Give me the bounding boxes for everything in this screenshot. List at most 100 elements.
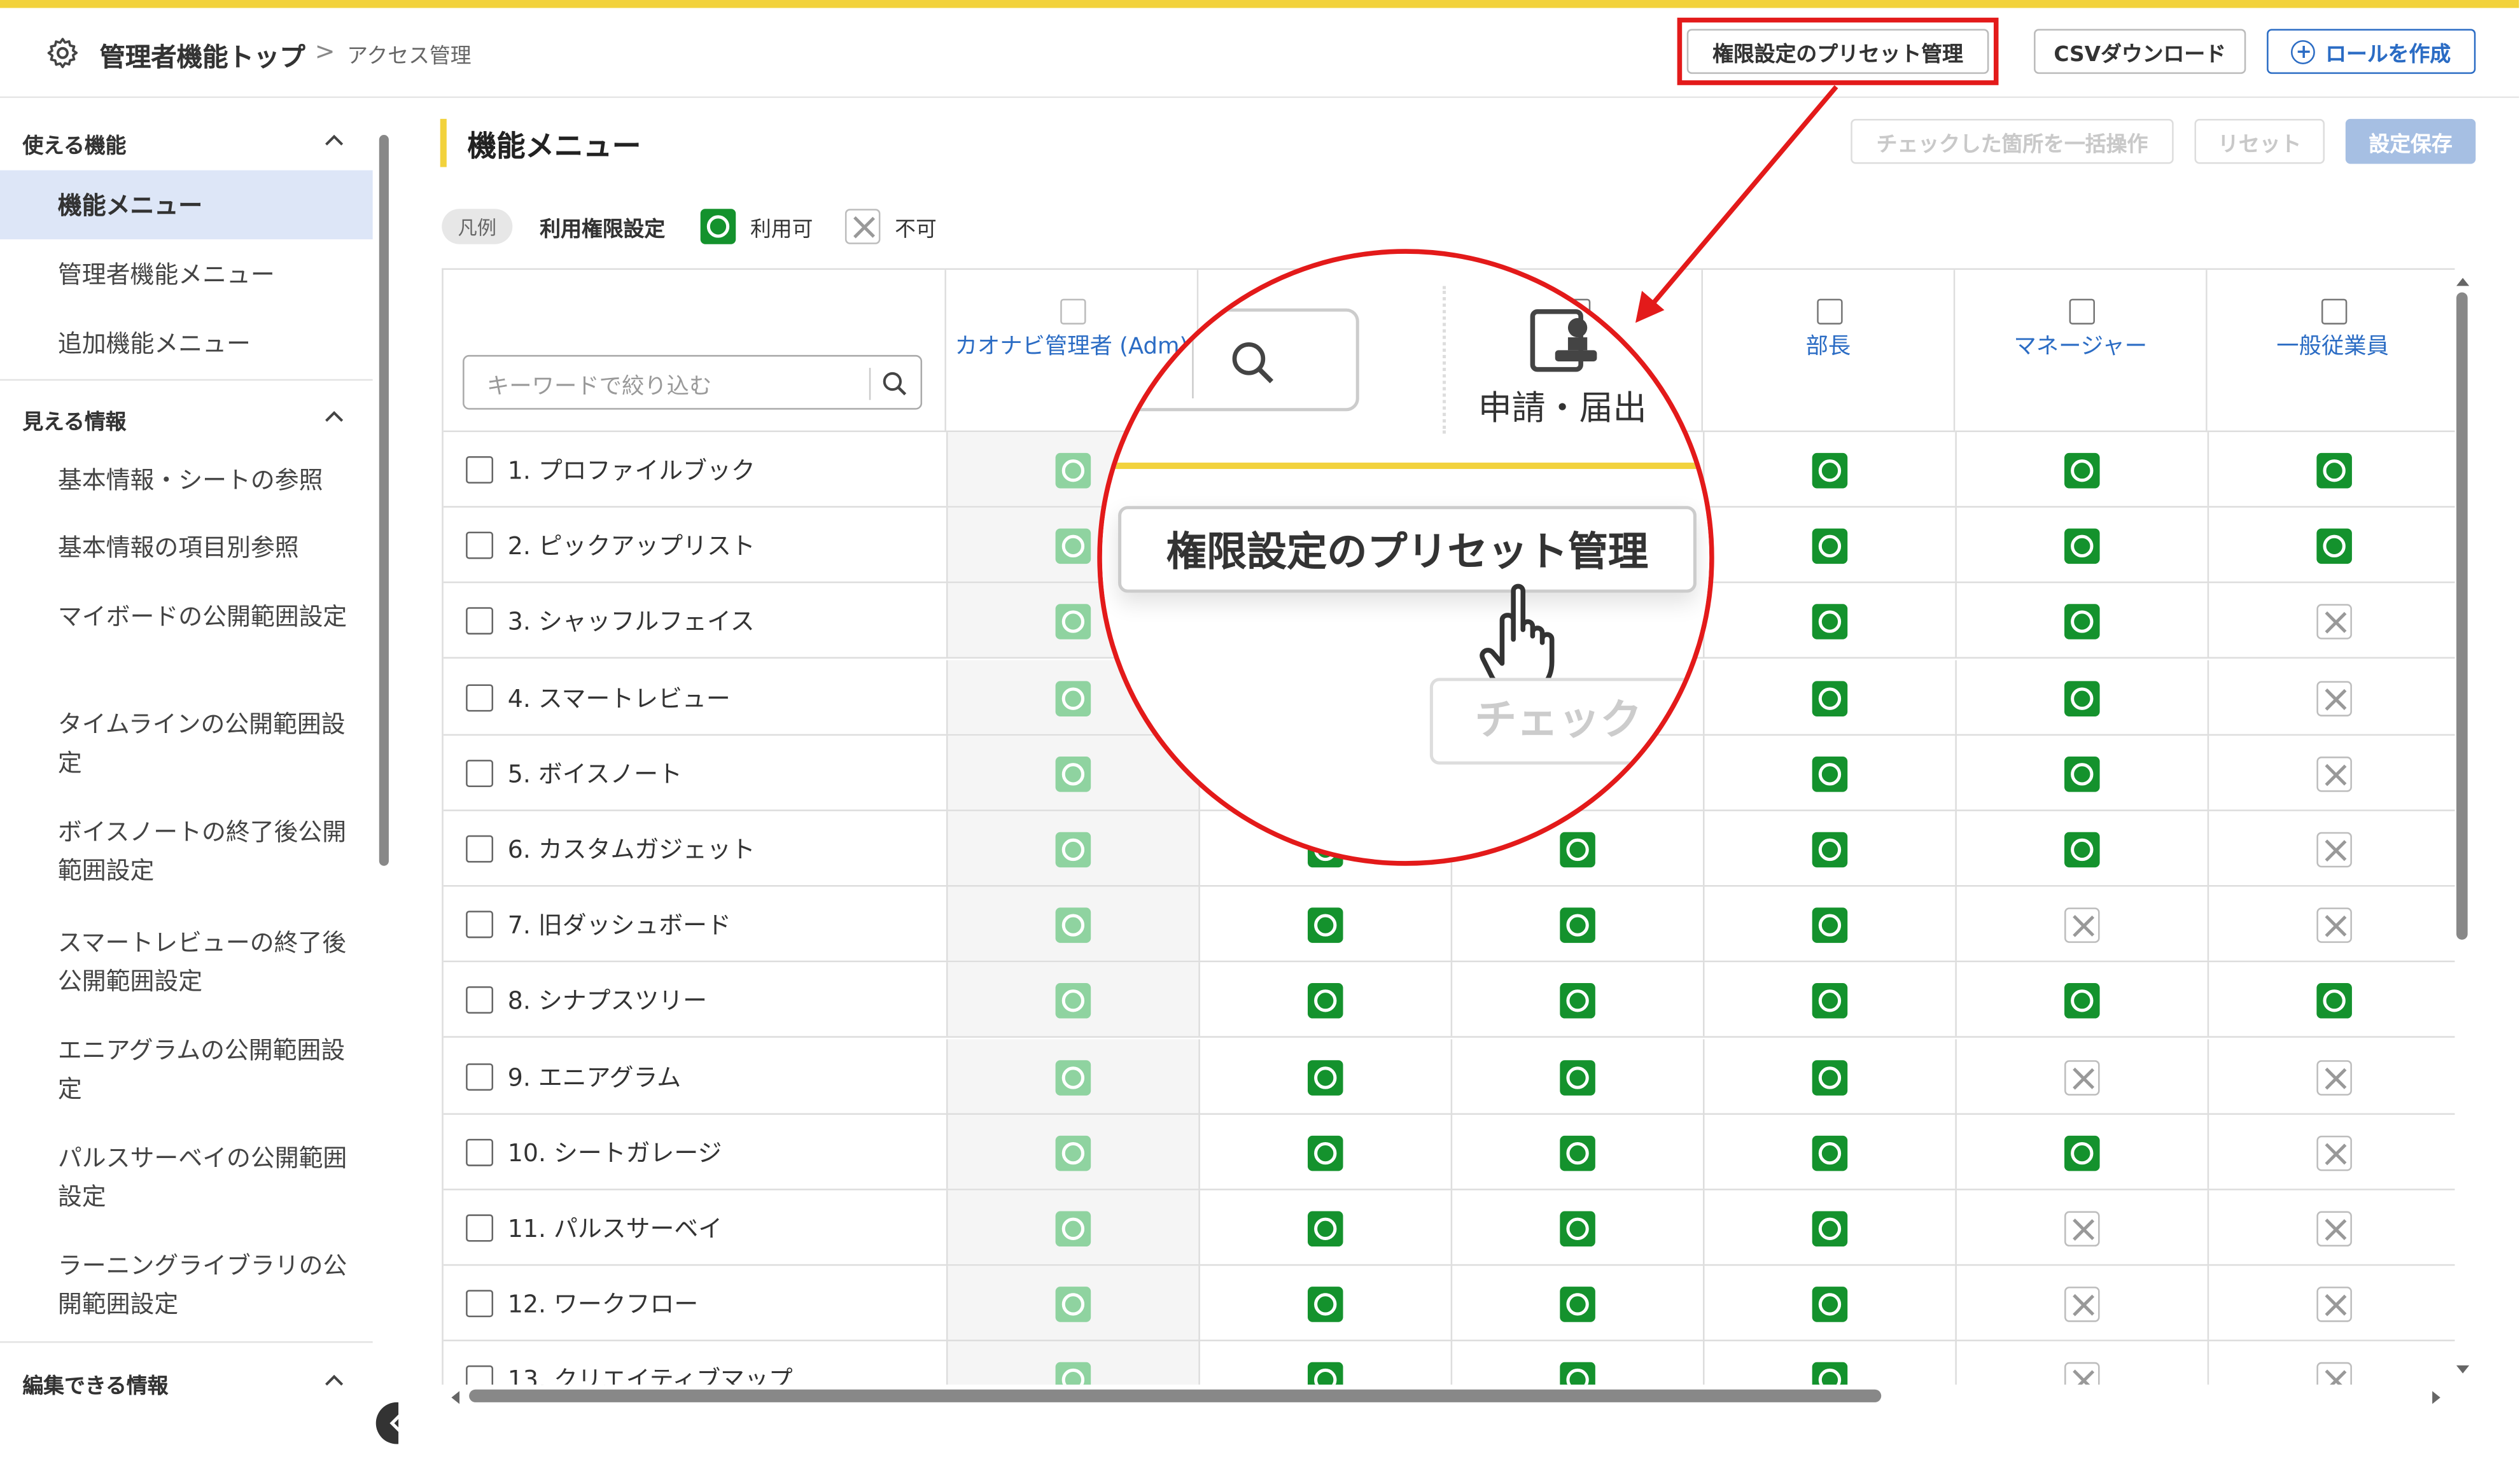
row-checkbox[interactable] [466,1214,494,1242]
permission-ng-icon[interactable] [2316,832,2351,868]
reset-button[interactable]: リセット [2194,118,2325,164]
column-title[interactable]: 一般従業員 [2208,331,2455,365]
permission-ok-icon[interactable] [2063,604,2099,640]
row-checkbox[interactable] [466,759,494,787]
permission-ng-icon[interactable] [2316,907,2351,944]
sidebar-item-enneagram[interactable]: エニアグラムの公開範囲設定 [0,1012,373,1119]
permission-ok-icon[interactable] [1811,680,1847,716]
permission-ng-icon[interactable] [2063,907,2099,944]
table-vscroll-thumb[interactable] [2456,292,2468,940]
column-title[interactable]: マネージャー [1955,331,2206,365]
permission-ng-icon[interactable] [2316,1059,2351,1095]
row-checkbox[interactable] [466,987,494,1014]
permission-ok-icon[interactable] [1306,1059,1343,1095]
row-checkbox[interactable] [466,835,494,863]
save-settings-button[interactable]: 設定保存 [2345,118,2476,164]
sidebar-item-myboard[interactable]: マイボードの公開範囲設定 [0,582,373,689]
scroll-up-icon[interactable] [2453,273,2472,289]
permission-ok-icon[interactable] [1811,529,1847,564]
sidebar-item-basic-sheet[interactable]: 基本情報・シートの参照 [0,447,373,514]
breadcrumb-top[interactable]: 管理者機能トップ [100,36,305,74]
permission-ok-icon[interactable] [2063,680,2099,716]
sidebar-item-addon-menu[interactable]: 追加機能メニュー [0,309,373,378]
permission-ok-icon[interactable] [1811,1287,1847,1323]
permission-ok-icon[interactable] [2063,1135,2099,1171]
permission-ok-icon[interactable] [1811,984,1847,1019]
create-role-button[interactable]: + ロールを作成 [2267,29,2476,74]
preset-manage-button[interactable]: 権限設定のプリセット管理 [1686,29,1989,74]
permission-ok-icon[interactable] [2063,756,2099,792]
row-checkbox[interactable] [466,683,494,711]
column-select-checkbox[interactable] [1816,298,1842,325]
permission-ok-icon[interactable] [1811,1211,1847,1247]
sidebar-item-feature-menu[interactable]: 機能メニュー [0,170,373,240]
permission-ok-icon[interactable] [1306,1287,1343,1323]
permission-ok-icon[interactable] [2063,529,2099,564]
permission-ng-icon[interactable] [2316,1362,2351,1385]
permission-ok-icon[interactable] [2063,832,2099,868]
permission-ng-icon[interactable] [2063,1362,2099,1385]
scroll-right-icon[interactable] [2429,1388,2445,1407]
permission-ok-icon[interactable] [2316,452,2351,489]
sidebar-section-features[interactable]: 使える機能 [0,113,373,171]
row-checkbox[interactable] [466,1063,494,1091]
permission-ok-icon[interactable] [2316,529,2351,564]
scroll-left-icon[interactable] [447,1388,463,1407]
permission-ok-icon[interactable] [1811,832,1847,868]
permission-ok-icon[interactable] [1559,832,1595,868]
sidebar-item-learning[interactable]: ラーニングライブラリの公開範囲設定 [0,1227,373,1335]
row-checkbox[interactable] [466,911,494,939]
row-checkbox[interactable] [466,1138,494,1166]
permission-ok-icon[interactable] [1559,1287,1595,1323]
csv-download-button[interactable]: CSVダウンロード [2034,29,2246,74]
permission-ok-icon[interactable] [1559,1211,1595,1247]
row-checkbox[interactable] [466,532,494,560]
permission-ok-icon[interactable] [1306,1211,1343,1247]
permission-ok-icon[interactable] [1559,1135,1595,1171]
permission-ng-icon[interactable] [2316,1211,2351,1247]
sidebar-item-voicenote[interactable]: ボイスノートの終了後公開範囲設定 [0,797,373,904]
permission-ok-icon[interactable] [1559,984,1595,1019]
permission-ok-icon[interactable] [1559,1362,1595,1385]
permission-ok-icon[interactable] [1811,604,1847,640]
permission-ng-icon[interactable] [2316,1135,2351,1171]
column-select-checkbox[interactable] [1059,298,1086,325]
sidebar-item-admin-menu[interactable]: 管理者機能メニュー [0,239,373,309]
sidebar-item-timeline[interactable]: タイムラインの公開範囲設定 [0,689,373,797]
permission-ok-icon[interactable] [1559,1059,1595,1095]
permission-ok-icon[interactable] [1811,1362,1847,1385]
column-title[interactable]: 部長 [1703,331,1954,365]
gear-icon[interactable] [45,36,81,71]
sidebar-item-basic-fields[interactable]: 基本情報の項目別参照 [0,514,373,582]
permission-ok-icon[interactable] [1306,1135,1343,1171]
row-checkbox[interactable] [466,1290,494,1318]
scroll-down-icon[interactable] [2453,1362,2472,1378]
permission-ok-icon[interactable] [1811,1059,1847,1095]
row-checkbox[interactable] [466,608,494,636]
permission-ng-icon[interactable] [2316,1287,2351,1323]
permission-ng-icon[interactable] [2063,1287,2099,1323]
table-hscroll-thumb[interactable] [469,1389,1882,1402]
permission-ok-icon[interactable] [1811,907,1847,944]
permission-ok-icon[interactable] [1811,452,1847,489]
permission-ok-icon[interactable] [1811,756,1847,792]
permission-ng-icon[interactable] [2316,680,2351,716]
permission-ng-icon[interactable] [2316,604,2351,640]
permission-ng-icon[interactable] [2316,756,2351,792]
row-checkbox[interactable] [466,1365,494,1385]
permission-ok-icon[interactable] [1306,907,1343,944]
sidebar-section-visible-info[interactable]: 見える情報 [0,389,373,447]
column-select-checkbox[interactable] [2068,298,2094,325]
search-input[interactable]: キーワードで絞り込む [463,354,923,410]
permission-ok-icon[interactable] [2063,452,2099,489]
permission-ng-icon[interactable] [2063,1059,2099,1095]
sidebar-item-pulsesurvey[interactable]: パルスサーベイの公開範囲設定 [0,1120,373,1227]
permission-ok-icon[interactable] [1306,984,1343,1019]
permission-ng-icon[interactable] [2063,1211,2099,1247]
sidebar-item-smartreview[interactable]: スマートレビューの終了後公開範囲設定 [0,904,373,1012]
column-select-checkbox[interactable] [2320,298,2347,325]
permission-ok-icon[interactable] [2316,984,2351,1019]
permission-ok-icon[interactable] [2063,984,2099,1019]
sidebar-section-editable-info[interactable]: 編集できる情報 [0,1353,373,1411]
permission-ok-icon[interactable] [1811,1135,1847,1171]
